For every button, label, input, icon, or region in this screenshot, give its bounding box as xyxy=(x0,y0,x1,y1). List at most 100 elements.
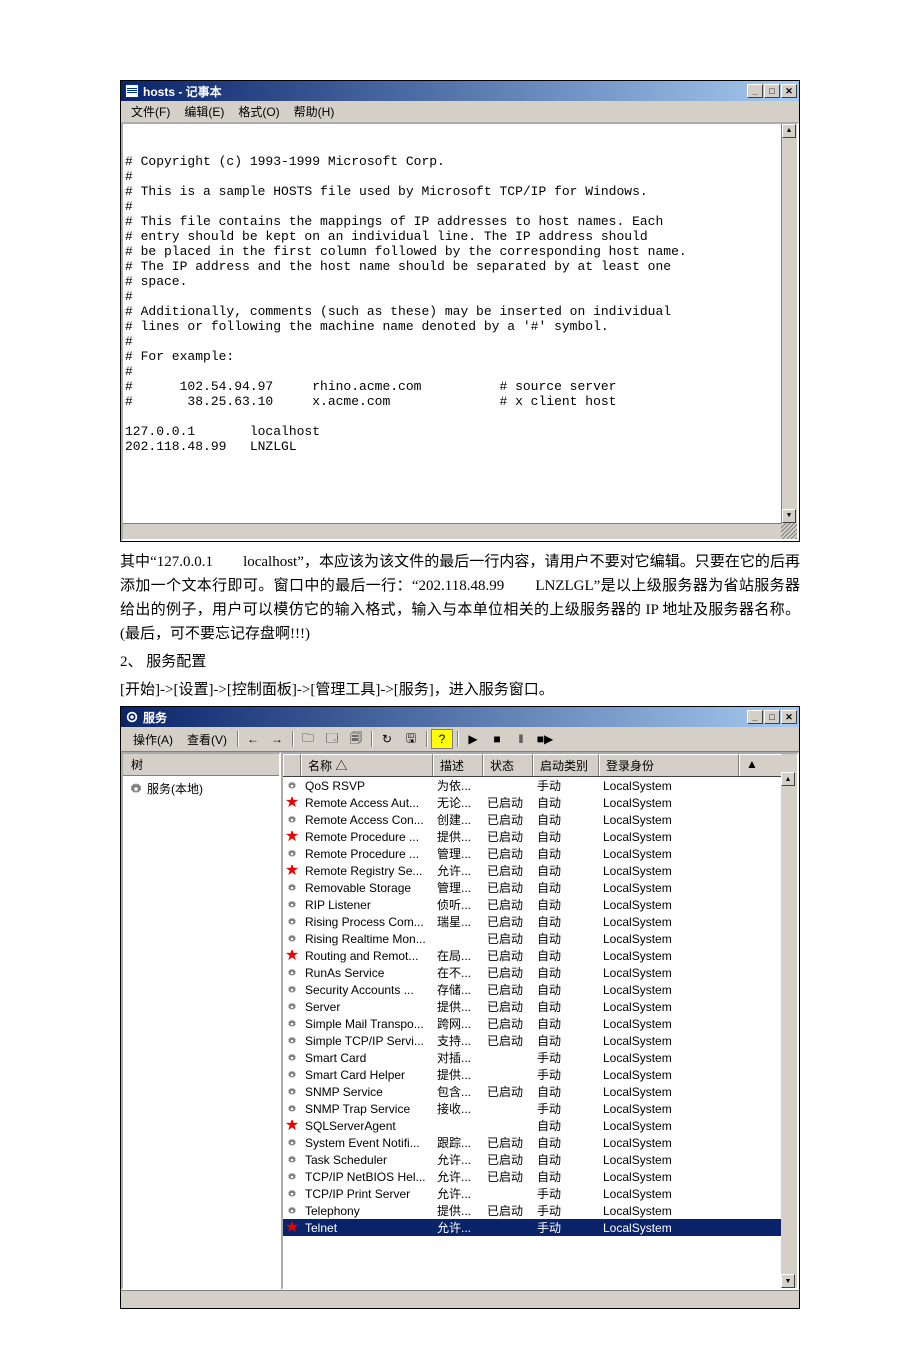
service-logon: LocalSystem xyxy=(599,1051,739,1065)
toolbar-action[interactable]: 操作(A) xyxy=(127,731,179,748)
services-titlebar[interactable]: 服务 _ □ ✕ xyxy=(121,707,799,727)
close-button[interactable]: ✕ xyxy=(781,710,797,724)
service-type: 自动 xyxy=(533,879,599,896)
service-row[interactable]: Remote Access Con...创建...已启动自动LocalSyste… xyxy=(283,811,797,828)
service-row[interactable]: Task Scheduler允许...已启动自动LocalSystem xyxy=(283,1151,797,1168)
service-row[interactable]: ★Telnet允许...手动LocalSystem xyxy=(283,1219,797,1236)
menu-file[interactable]: 文件(F) xyxy=(125,103,176,120)
service-row[interactable]: RIP Listener侦听...已启动自动LocalSystem xyxy=(283,896,797,913)
service-row[interactable]: Rising Realtime Mon...已启动自动LocalSystem xyxy=(283,930,797,947)
scroll-up-icon[interactable] xyxy=(782,124,796,138)
resize-grip-icon[interactable] xyxy=(781,523,797,539)
service-logon: LocalSystem xyxy=(599,1221,739,1235)
service-name: Remote Registry Se... xyxy=(301,864,433,878)
service-row[interactable]: Server提供...已启动自动LocalSystem xyxy=(283,998,797,1015)
export-icon[interactable]: 🖫 xyxy=(400,729,422,749)
star-icon: ★ xyxy=(283,950,301,962)
service-row[interactable]: ★SQLServerAgent自动LocalSystem xyxy=(283,1117,797,1134)
gear-icon xyxy=(283,1068,301,1082)
toolbar-view[interactable]: 查看(V) xyxy=(181,731,233,748)
service-row[interactable]: Simple Mail Transpo...跨网...已启动自动LocalSys… xyxy=(283,1015,797,1032)
service-row[interactable]: Remote Procedure ...管理...已启动自动LocalSyste… xyxy=(283,845,797,862)
services-icon xyxy=(125,710,139,724)
service-name: RIP Listener xyxy=(301,898,433,912)
scroll-up-icon[interactable] xyxy=(781,772,795,786)
window-title: hosts - 记事本 xyxy=(143,83,222,100)
up-button[interactable]: 🗀 xyxy=(297,729,319,749)
service-row[interactable]: Removable Storage管理...已启动自动LocalSystem xyxy=(283,879,797,896)
service-name: Smart Card xyxy=(301,1051,433,1065)
pause-service-icon[interactable]: ‖ xyxy=(510,729,532,749)
scroll-down-icon[interactable] xyxy=(782,509,796,523)
service-name: SQLServerAgent xyxy=(301,1119,433,1133)
service-name: Remote Access Con... xyxy=(301,813,433,827)
text-area[interactable]: # Copyright (c) 1993-1999 Microsoft Corp… xyxy=(121,122,799,541)
minimize-button[interactable]: _ xyxy=(747,84,763,98)
horizontal-scrollbar[interactable]: ◄ ► xyxy=(123,523,781,539)
service-desc: 管理... xyxy=(433,845,483,862)
service-row[interactable]: SNMP Trap Service接收...手动LocalSystem xyxy=(283,1100,797,1117)
gear-icon xyxy=(283,881,301,895)
stop-service-icon[interactable]: ■ xyxy=(486,729,508,749)
service-row[interactable]: TCP/IP Print Server允许...手动LocalSystem xyxy=(283,1185,797,1202)
col-desc[interactable]: 描述 xyxy=(433,754,483,776)
col-status[interactable]: 状态 xyxy=(483,754,533,776)
start-service-icon[interactable]: ▶ xyxy=(462,729,484,749)
tree-tab[interactable]: 树 xyxy=(123,754,279,776)
maximize-button[interactable]: □ xyxy=(764,84,780,98)
refresh-icon[interactable]: ↻ xyxy=(376,729,398,749)
service-row[interactable]: ★Remote Procedure ...提供...已启动自动LocalSyst… xyxy=(283,828,797,845)
titlebar[interactable]: hosts - 记事本 _ □ ✕ xyxy=(121,81,799,101)
gear-icon xyxy=(283,1034,301,1048)
col-name[interactable]: 名称 △ xyxy=(301,754,433,776)
col-type[interactable]: 启动类别 xyxy=(533,754,599,776)
service-row[interactable]: Telephony提供...已启动手动LocalSystem xyxy=(283,1202,797,1219)
maximize-button[interactable]: □ xyxy=(764,710,780,724)
forward-button[interactable]: → xyxy=(266,729,288,749)
help-icon[interactable]: ? xyxy=(431,729,453,749)
service-row[interactable]: Smart Card Helper提供...手动LocalSystem xyxy=(283,1066,797,1083)
properties-icon[interactable]: 🗐 xyxy=(345,729,367,749)
menu-format[interactable]: 格式(O) xyxy=(232,103,285,120)
service-desc: 跟踪... xyxy=(433,1134,483,1151)
list-vertical-scrollbar[interactable] xyxy=(781,754,797,1288)
scroll-down-icon[interactable] xyxy=(781,1274,795,1288)
menu-help[interactable]: 帮助(H) xyxy=(288,103,341,120)
paragraph-2: 2、 服务配置 xyxy=(120,650,800,674)
service-row[interactable]: QoS RSVP为依...手动LocalSystem xyxy=(283,777,797,794)
service-desc: 对插... xyxy=(433,1049,483,1066)
back-button[interactable]: ← xyxy=(242,729,264,749)
service-row[interactable]: Security Accounts ...存储...已启动自动LocalSyst… xyxy=(283,981,797,998)
list-view-icon[interactable]: 🗔 xyxy=(321,729,343,749)
service-row[interactable]: SNMP Service包含...已启动自动LocalSystem xyxy=(283,1083,797,1100)
service-row[interactable]: System Event Notifi...跟踪...已启动自动LocalSys… xyxy=(283,1134,797,1151)
gear-icon xyxy=(283,1136,301,1150)
service-row[interactable]: ★Remote Access Aut...无论...已启动自动LocalSyst… xyxy=(283,794,797,811)
gear-icon xyxy=(283,898,301,912)
services-tree[interactable]: 树 服务(本地) xyxy=(121,752,281,1290)
service-row[interactable]: RunAs Service在不...已启动自动LocalSystem xyxy=(283,964,797,981)
tree-node-services-local[interactable]: 服务(本地) xyxy=(123,776,279,801)
gear-icon xyxy=(283,1187,301,1201)
restart-service-icon[interactable]: ■▶ xyxy=(534,729,556,749)
services-toolbar: 操作(A) 查看(V) ← → 🗀 🗔 🗐 ↻ 🖫 ? ▶ ■ ‖ ■▶ xyxy=(121,727,799,752)
service-desc: 无论... xyxy=(433,794,483,811)
service-status: 已启动 xyxy=(483,913,533,930)
service-row[interactable]: Simple TCP/IP Servi...支持...已启动自动LocalSys… xyxy=(283,1032,797,1049)
file-content[interactable]: # Copyright (c) 1993-1999 Microsoft Corp… xyxy=(123,154,797,464)
col-logon[interactable]: 登录身份 xyxy=(599,754,739,776)
service-logon: LocalSystem xyxy=(599,932,739,946)
service-row[interactable]: TCP/IP NetBIOS Hel...允许...已启动自动LocalSyst… xyxy=(283,1168,797,1185)
minimize-button[interactable]: _ xyxy=(747,710,763,724)
services-window: 服务 _ □ ✕ 操作(A) 查看(V) ← → 🗀 🗔 🗐 ↻ 🖫 ? ▶ ■… xyxy=(120,706,800,1309)
close-button[interactable]: ✕ xyxy=(781,84,797,98)
service-row[interactable]: ★Routing and Remot...在局...已启动自动LocalSyst… xyxy=(283,947,797,964)
menubar: 文件(F) 编辑(E) 格式(O) 帮助(H) xyxy=(121,101,799,122)
menu-edit[interactable]: 编辑(E) xyxy=(178,103,230,120)
vertical-scrollbar[interactable] xyxy=(781,124,797,523)
service-row[interactable]: Rising Process Com...瑞星...已启动自动LocalSyst… xyxy=(283,913,797,930)
services-list[interactable]: 名称 △ 描述 状态 启动类别 登录身份 ▲ QoS RSVP为依...手动Lo… xyxy=(281,752,799,1290)
service-row[interactable]: Smart Card对插...手动LocalSystem xyxy=(283,1049,797,1066)
service-row[interactable]: ★Remote Registry Se...允许...已启动自动LocalSys… xyxy=(283,862,797,879)
service-name: SNMP Service xyxy=(301,1085,433,1099)
